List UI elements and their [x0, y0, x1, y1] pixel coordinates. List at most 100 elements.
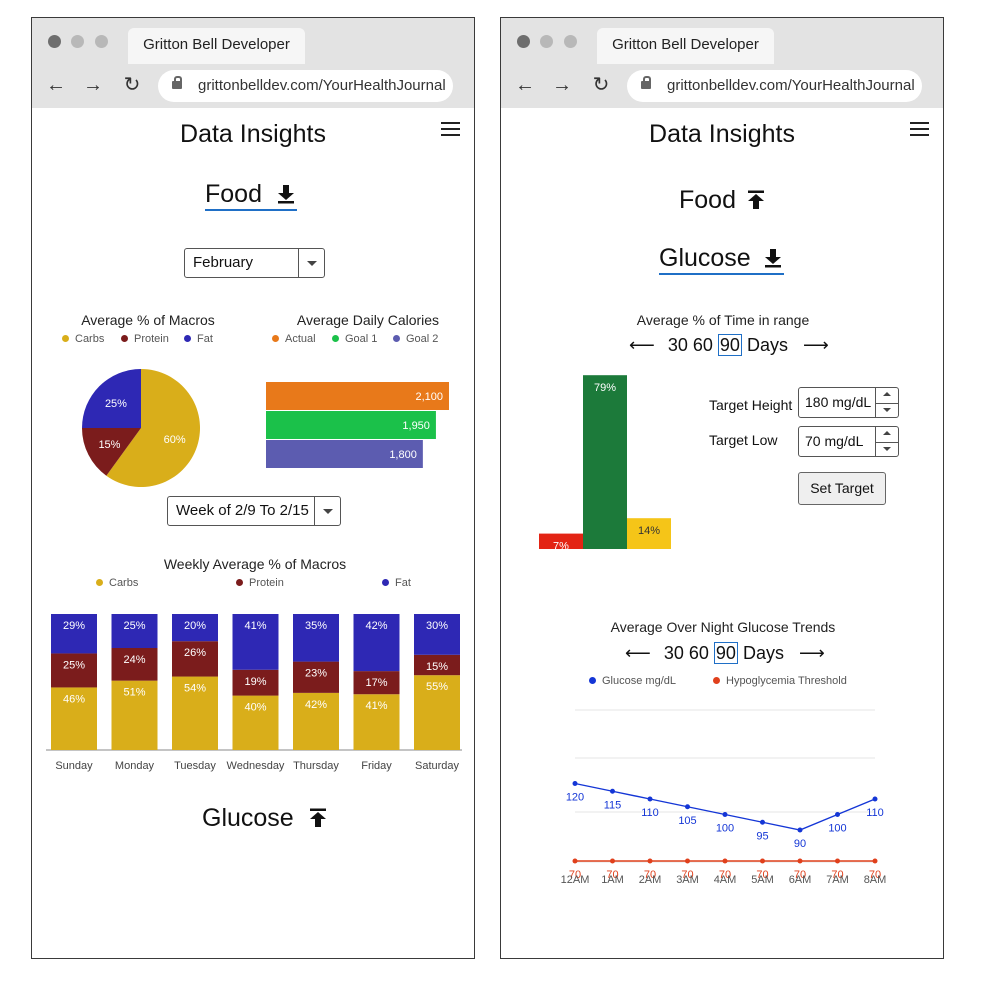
x-tick-label: 5AM [751, 874, 774, 886]
forward-arrow-icon[interactable]: → [83, 75, 103, 95]
point-label: 100 [828, 823, 846, 835]
glucose-section-toggle[interactable]: Glucose [659, 244, 784, 275]
stack-label: 35% [305, 620, 327, 632]
browser-tab[interactable]: Gritton Bell Developer [128, 28, 305, 64]
line-point [722, 812, 728, 817]
legend-swatch-glucose [589, 677, 596, 684]
pie-label: 60% [164, 434, 186, 446]
line-point [685, 858, 690, 864]
stepper-down-icon[interactable] [876, 442, 898, 457]
prev-arrow-icon[interactable]: ⟵ [625, 643, 651, 663]
x-tick-label: 1AM [601, 874, 624, 886]
stack-label: 41% [365, 700, 387, 712]
lock-icon [172, 76, 182, 89]
days-option-30[interactable]: 30 [668, 335, 688, 355]
legend-swatch-protein [121, 335, 128, 342]
window-close-dot[interactable] [48, 35, 61, 48]
line-point [610, 858, 615, 864]
food-section-toggle[interactable]: Food [205, 180, 297, 211]
next-arrow-icon[interactable]: ⟶ [799, 643, 825, 663]
next-arrow-icon[interactable]: ⟶ [803, 335, 829, 355]
stack-label: 29% [63, 620, 85, 632]
stepper[interactable] [875, 427, 898, 456]
stack-label: 42% [305, 699, 327, 711]
days-option-60[interactable]: 60 [693, 335, 713, 355]
back-arrow-icon[interactable]: ← [46, 75, 66, 95]
reload-icon[interactable]: ↻ [122, 75, 142, 95]
glucose-section-title: Glucose [202, 804, 294, 832]
address-bar[interactable]: grittonbelldev.com/YourHealthJournal [158, 70, 453, 102]
range-bar-label: 7% [553, 541, 569, 552]
calories-bar-label: 1,800 [389, 449, 417, 461]
stepper[interactable] [875, 388, 898, 417]
pie-label: 15% [98, 439, 120, 451]
point-label: 120 [566, 792, 584, 804]
address-url: grittonbelldev.com/YourHealthJournal [667, 77, 915, 94]
download-icon [764, 249, 781, 268]
stack-label: 40% [244, 702, 266, 714]
stepper-down-icon[interactable] [876, 403, 898, 418]
time-in-range-chart: 7% 79% 14% [539, 375, 671, 552]
browser-tab[interactable]: Gritton Bell Developer [597, 28, 774, 64]
glucose-section-toggle[interactable]: Glucose [202, 804, 327, 833]
days-option-60[interactable]: 60 [689, 643, 709, 663]
x-tick-label: 8AM [864, 874, 887, 886]
x-tick-label: Thursday [293, 760, 339, 772]
calories-bar-chart: 2,100 1,950 1,800 [266, 382, 449, 468]
stack-label: 15% [426, 661, 448, 673]
point-label: 90 [794, 838, 806, 850]
week-select[interactable]: Week of 2/9 To 2/15 [167, 496, 341, 526]
macros-pie-chart: 60% 15% 25% [82, 369, 201, 487]
chevron-down-icon[interactable] [314, 497, 340, 525]
x-tick-label: 6AM [789, 874, 812, 886]
food-section-toggle[interactable]: Food [679, 186, 765, 215]
window-minimize-dot[interactable] [71, 35, 84, 48]
stack-label: 25% [123, 620, 145, 632]
macros-pie-title: Average % of Macros [81, 312, 215, 328]
legend-item-fat: Fat [184, 333, 213, 345]
address-url: grittonbelldev.com/YourHealthJournal [198, 77, 446, 94]
reload-icon[interactable]: ↻ [591, 75, 611, 95]
line-point [610, 788, 615, 794]
forward-arrow-icon[interactable]: → [552, 75, 572, 95]
target-high-label: Target Height [709, 397, 793, 413]
line-point [872, 796, 878, 802]
x-tick-label: 7AM [826, 874, 849, 886]
line-point [760, 858, 765, 864]
month-select[interactable]: February [184, 248, 325, 278]
legend-swatch-actual [272, 335, 279, 342]
target-high-input[interactable]: 180 mg/dL [798, 387, 899, 418]
window-maximize-dot[interactable] [564, 35, 577, 48]
target-low-input[interactable]: 70 mg/dL [798, 426, 899, 457]
days-option-90-selected[interactable]: 90 [717, 334, 742, 356]
stepper-up-icon[interactable] [876, 388, 898, 404]
line-point [572, 858, 578, 864]
hamburger-menu-icon[interactable] [910, 122, 929, 136]
calories-bar-label: 1,950 [402, 420, 430, 432]
x-tick-label: Monday [115, 760, 155, 772]
days-option-30[interactable]: 30 [664, 643, 684, 663]
stack-label: 25% [63, 659, 85, 671]
window-maximize-dot[interactable] [95, 35, 108, 48]
legend-swatch-carbs [96, 579, 103, 586]
browser-window-right: Gritton Bell Developer ← → ↻ grittonbell… [500, 17, 944, 959]
line-point [685, 804, 690, 810]
x-tick-label: Saturday [415, 760, 460, 772]
back-arrow-icon[interactable]: ← [515, 75, 535, 95]
chevron-down-icon[interactable] [298, 249, 324, 277]
stepper-up-icon[interactable] [876, 427, 898, 443]
window-minimize-dot[interactable] [540, 35, 553, 48]
target-low-label: Target Low [709, 432, 778, 448]
set-target-button[interactable]: Set Target [798, 472, 886, 505]
x-tick-label: Tuesday [174, 760, 216, 772]
overnight-day-selector: ⟵ 30 60 90 Days ⟶ [625, 642, 825, 664]
stack-label: 51% [123, 687, 145, 699]
address-bar[interactable]: grittonbelldev.com/YourHealthJournal [627, 70, 922, 102]
page-title: Data Insights [649, 120, 795, 148]
days-option-90-selected[interactable]: 90 [713, 642, 738, 664]
hamburger-menu-icon[interactable] [441, 122, 460, 136]
line-point [647, 858, 653, 864]
window-close-dot[interactable] [517, 35, 530, 48]
prev-arrow-icon[interactable]: ⟵ [629, 335, 655, 355]
overnight-glucose-chart: 120115110105100959010011070 70 70 70 70 70 70 7… [561, 709, 887, 886]
